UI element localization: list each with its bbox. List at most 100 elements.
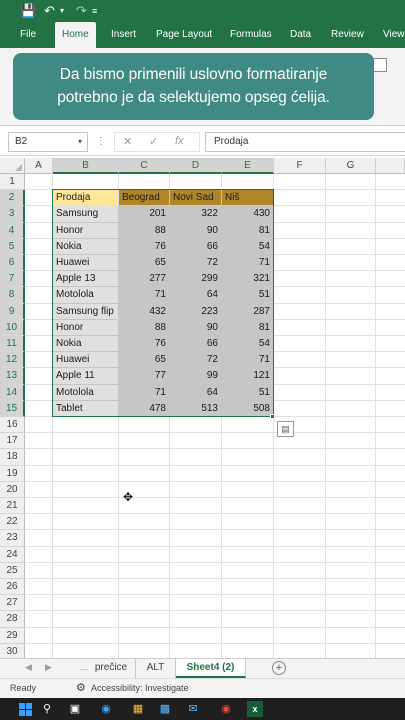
table-cell[interactable]: 99	[170, 368, 221, 384]
row-header-9[interactable]: 9	[0, 303, 25, 320]
tab-formulas[interactable]: Formulas	[230, 22, 272, 48]
select-all-button[interactable]	[0, 158, 25, 174]
row-header-6[interactable]: 6	[0, 255, 25, 272]
column-header-g[interactable]: G	[326, 158, 376, 174]
row-header-28[interactable]: 28	[0, 611, 25, 628]
table-cell[interactable]: Apple 13	[53, 271, 118, 287]
table-cell[interactable]: Samsung	[53, 206, 118, 222]
table-cell[interactable]: 71	[222, 255, 273, 271]
row-header-29[interactable]: 29	[0, 627, 25, 644]
table-cell[interactable]: Nokia	[53, 336, 118, 352]
table-cell[interactable]: Huawei	[53, 255, 118, 271]
quick-analysis-icon[interactable]: ▤	[277, 421, 294, 437]
add-sheet-icon[interactable]: +	[272, 661, 286, 675]
table-cell[interactable]: 66	[170, 336, 221, 352]
tab-page-layout[interactable]: Page Layout	[156, 22, 212, 48]
table-cell[interactable]: 277	[119, 271, 169, 287]
mail-icon[interactable]: ✉	[185, 701, 201, 717]
table-cell[interactable]: 51	[222, 287, 273, 303]
table-cell[interactable]: 66	[170, 238, 221, 254]
table-cell[interactable]: 71	[119, 287, 169, 303]
row-header-12[interactable]: 12	[0, 352, 25, 369]
sheet-tab-precice[interactable]: prečice	[87, 659, 136, 678]
tab-review[interactable]: Review	[331, 22, 364, 48]
table-cell[interactable]: 64	[170, 287, 221, 303]
table-cell[interactable]: 65	[119, 255, 169, 271]
tab-file[interactable]: File	[20, 22, 36, 48]
row-header-2[interactable]: 2	[0, 190, 25, 207]
table-cell[interactable]: 77	[119, 368, 169, 384]
table-cell[interactable]: 478	[119, 400, 169, 416]
row-header-7[interactable]: 7	[0, 271, 25, 288]
table-cell[interactable]: 121	[222, 368, 273, 384]
row-header-24[interactable]: 24	[0, 546, 25, 563]
row-header-22[interactable]: 22	[0, 514, 25, 531]
chrome-icon[interactable]: ◉	[218, 701, 234, 717]
row-header-5[interactable]: 5	[0, 238, 25, 255]
row-header-8[interactable]: 8	[0, 287, 25, 304]
column-header-c[interactable]: C	[119, 158, 170, 174]
table-cell[interactable]: Samsung flip	[53, 303, 118, 319]
table-cell[interactable]: 71	[119, 384, 169, 400]
table-cell[interactable]: Tablet	[53, 400, 118, 416]
search-icon[interactable]: ⚲	[39, 701, 55, 717]
edge-icon[interactable]: ◉	[98, 701, 114, 717]
table-cell[interactable]: Apple 11	[53, 368, 118, 384]
row-header-20[interactable]: 20	[0, 481, 25, 498]
tab-view[interactable]: View	[383, 22, 405, 48]
table-header-cell[interactable]: Prodaja	[53, 190, 118, 206]
task-view-icon[interactable]: ▣	[67, 701, 83, 717]
table-cell[interactable]: Honor	[53, 222, 118, 238]
table-cell[interactable]: 54	[222, 336, 273, 352]
table-cell[interactable]: 64	[170, 384, 221, 400]
table-cell[interactable]: 76	[119, 336, 169, 352]
table-cell[interactable]: 513	[170, 400, 221, 416]
table-cell[interactable]: 299	[170, 271, 221, 287]
row-header-13[interactable]: 13	[0, 368, 25, 385]
table-cell[interactable]: 201	[119, 206, 169, 222]
column-header-b[interactable]: B	[53, 158, 119, 174]
row-header-17[interactable]: 17	[0, 433, 25, 450]
row-header-3[interactable]: 3	[0, 206, 25, 223]
accessibility-icon[interactable]: ⚙	[76, 681, 86, 694]
save-icon[interactable]: 💾	[20, 3, 36, 19]
sheet-tab-sheet4-2[interactable]: Sheet4 (2)	[176, 659, 246, 678]
more-options-icon[interactable]: ⋮	[96, 136, 107, 147]
chevron-right-icon[interactable]: ▶	[45, 662, 52, 673]
table-cell[interactable]: Motolola	[53, 384, 118, 400]
row-header-16[interactable]: 16	[0, 417, 25, 434]
row-header-14[interactable]: 14	[0, 384, 25, 401]
table-cell[interactable]: 51	[222, 384, 273, 400]
cancel-icon[interactable]: ✕	[123, 135, 132, 148]
table-cell[interactable]: 54	[222, 238, 273, 254]
table-cell[interactable]: 71	[222, 352, 273, 368]
windows-start-icon[interactable]	[19, 703, 32, 716]
customize-qat-icon[interactable]: ≡	[92, 3, 97, 19]
table-cell[interactable]: Motolola	[53, 287, 118, 303]
row-header-11[interactable]: 11	[0, 336, 25, 353]
row-header-27[interactable]: 27	[0, 595, 25, 612]
store-icon[interactable]: ▩	[157, 701, 173, 717]
table-cell[interactable]: 90	[170, 222, 221, 238]
undo-dropdown-icon[interactable]: ▾	[60, 3, 64, 19]
row-header-19[interactable]: 19	[0, 465, 25, 482]
tab-home[interactable]: Home	[55, 22, 96, 48]
chevron-down-icon[interactable]: ▾	[78, 133, 82, 151]
column-header-d[interactable]: D	[170, 158, 222, 174]
row-header-1[interactable]: 1	[0, 174, 25, 191]
insert-function-icon[interactable]: fx	[175, 135, 184, 147]
row-header-10[interactable]: 10	[0, 319, 25, 336]
table-cell[interactable]: Huawei	[53, 352, 118, 368]
row-header-26[interactable]: 26	[0, 579, 25, 596]
row-header-18[interactable]: 18	[0, 449, 25, 466]
table-cell[interactable]: 88	[119, 319, 169, 335]
row-header-23[interactable]: 23	[0, 530, 25, 547]
row-header-30[interactable]: 30	[0, 643, 25, 658]
table-cell[interactable]: 72	[170, 255, 221, 271]
enter-icon[interactable]: ✓	[149, 135, 158, 148]
spreadsheet-grid[interactable]: ABCDEFG 1 2 3 4 5 6 7 8 9 10 11 12 13 14 15 16 17 18 19 20 2…	[0, 158, 405, 658]
row-header-25[interactable]: 25	[0, 562, 25, 579]
tab-data[interactable]: Data	[290, 22, 311, 48]
table-cell[interactable]: 72	[170, 352, 221, 368]
table-cell[interactable]: 76	[119, 238, 169, 254]
